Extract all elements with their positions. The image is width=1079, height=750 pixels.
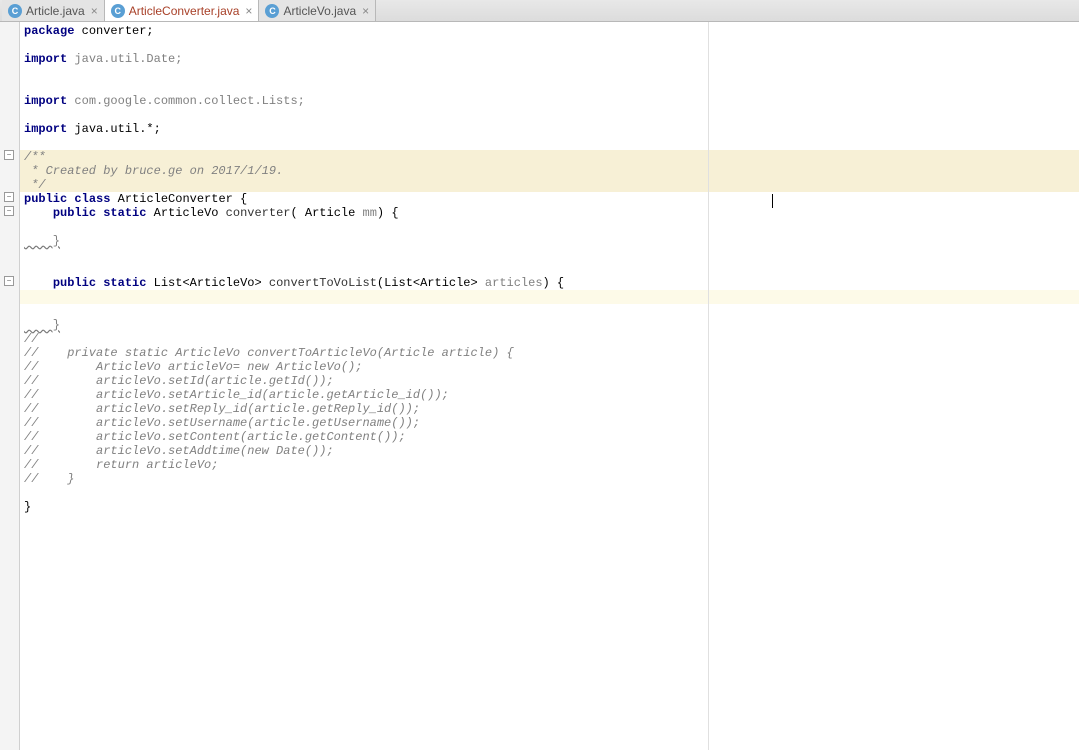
code-line: package converter; [20, 24, 1079, 38]
code-line: // articleVo.setArticle_id(article.getAr… [20, 388, 1079, 402]
close-icon[interactable]: × [245, 5, 252, 17]
code-line: } [20, 500, 1079, 514]
caret-line [20, 290, 1079, 304]
code-line: public static List<ArticleVo> convertToV… [20, 276, 1079, 290]
code-line: } [20, 234, 1079, 248]
editor-tab-bar: C Article.java × C ArticleConverter.java… [0, 0, 1079, 22]
tab-article-vo[interactable]: C ArticleVo.java × [259, 0, 376, 21]
code-line [20, 304, 1079, 318]
code-line: // articleVo.setUsername(article.getUser… [20, 416, 1079, 430]
code-line [20, 486, 1079, 500]
tab-label: ArticleVo.java [283, 4, 356, 18]
tab-label: ArticleConverter.java [129, 4, 240, 18]
fold-handle[interactable]: − [4, 150, 14, 160]
code-line: // articleVo.setId(article.getId()); [20, 374, 1079, 388]
fold-handle[interactable]: − [4, 206, 14, 216]
code-line [20, 66, 1079, 80]
code-line: import java.util.Date; [20, 52, 1079, 66]
tab-article-converter[interactable]: C ArticleConverter.java × [105, 0, 260, 21]
code-line: } [20, 318, 1079, 332]
tab-article[interactable]: C Article.java × [2, 0, 105, 21]
code-line: // private static ArticleVo convertToArt… [20, 346, 1079, 360]
code-editor[interactable]: package converter; import java.util.Date… [20, 22, 1079, 750]
code-line: // articleVo.setAddtime(new Date()); [20, 444, 1079, 458]
fold-handle[interactable]: − [4, 276, 14, 286]
code-line: import com.google.common.collect.Lists; [20, 94, 1079, 108]
code-line [20, 220, 1079, 234]
code-line: */ [20, 178, 1079, 192]
code-line: // } [20, 472, 1079, 486]
text-cursor [772, 194, 773, 208]
code-line: import java.util.*; [20, 122, 1079, 136]
code-line: // return articleVo; [20, 458, 1079, 472]
code-line [20, 262, 1079, 276]
code-line: /** [20, 150, 1079, 164]
tab-label: Article.java [26, 4, 85, 18]
class-icon: C [8, 4, 22, 18]
gutter[interactable]: − − − − [0, 22, 20, 750]
class-icon: C [111, 4, 125, 18]
code-line [20, 80, 1079, 94]
code-line: public static ArticleVo converter( Artic… [20, 206, 1079, 220]
editor-area: − − − − package converter; import java.u… [0, 22, 1079, 750]
code-line: // [20, 332, 1079, 346]
code-line [20, 136, 1079, 150]
code-line: * Created by bruce.ge on 2017/1/19. [20, 164, 1079, 178]
code-line: // ArticleVo articleVo= new ArticleVo(); [20, 360, 1079, 374]
code-line: public class ArticleConverter { [20, 192, 1079, 206]
class-icon: C [265, 4, 279, 18]
fold-handle[interactable]: − [4, 192, 14, 202]
right-margin-guide [708, 22, 709, 750]
code-line [20, 248, 1079, 262]
code-line [20, 38, 1079, 52]
code-line [20, 108, 1079, 122]
close-icon[interactable]: × [91, 5, 98, 17]
code-line: // articleVo.setContent(article.getConte… [20, 430, 1079, 444]
close-icon[interactable]: × [362, 5, 369, 17]
code-line: // articleVo.setReply_id(article.getRepl… [20, 402, 1079, 416]
